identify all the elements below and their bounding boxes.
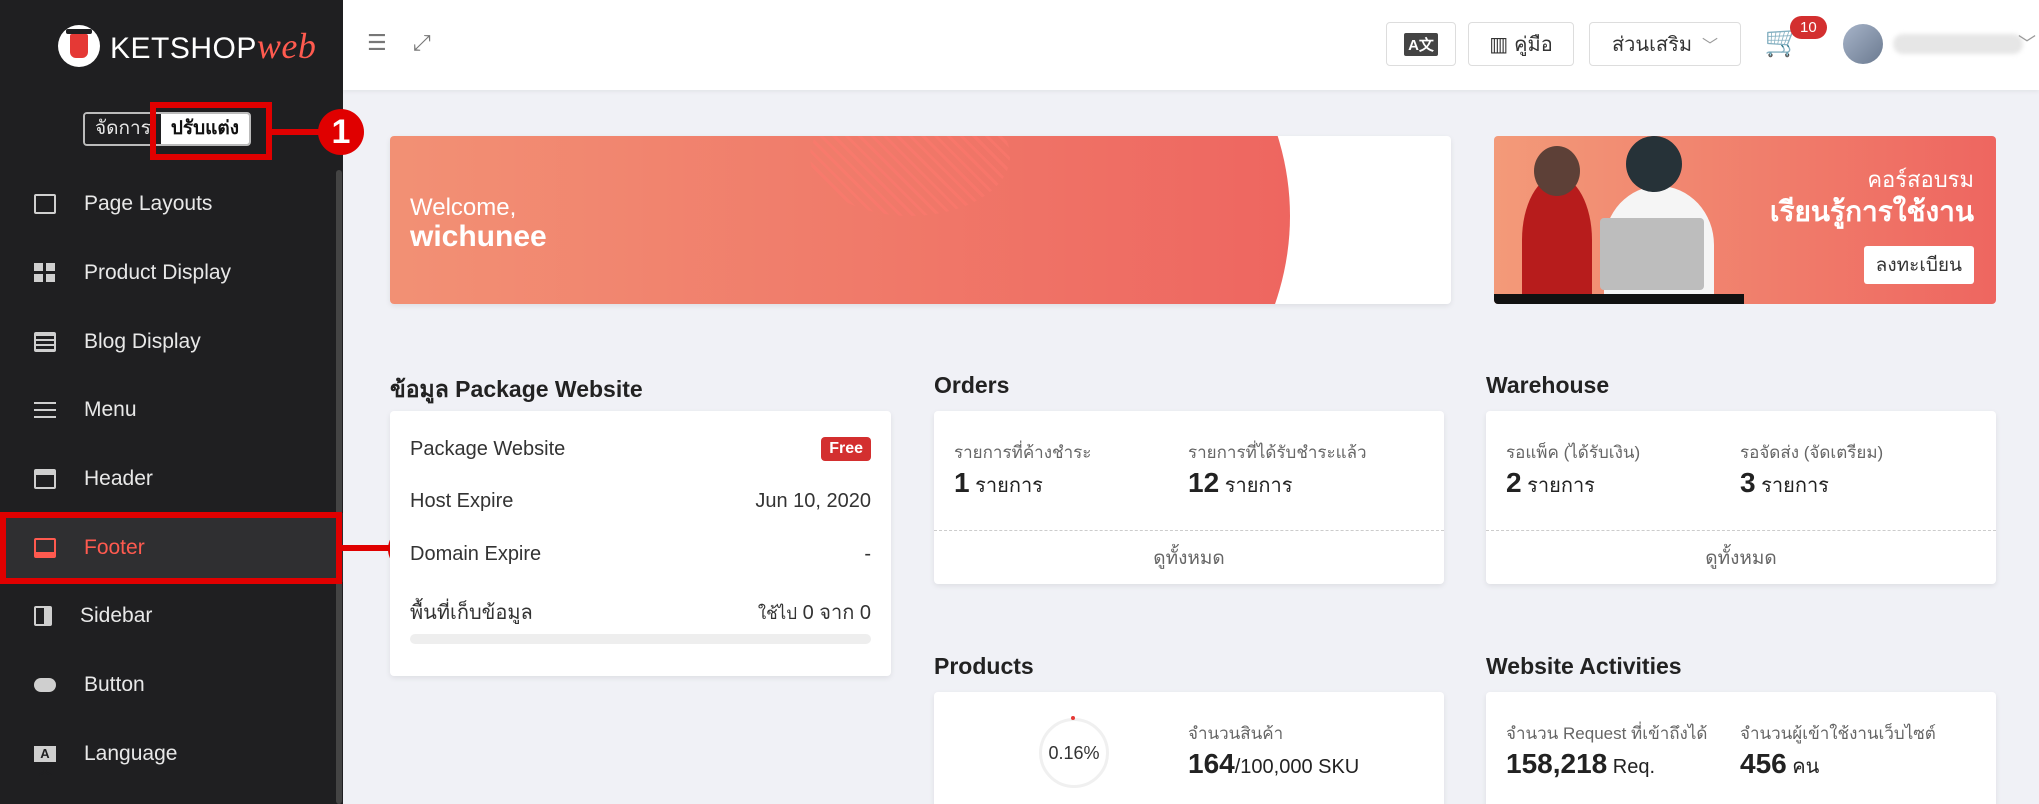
header-icon [34,469,56,490]
orders-title: Orders [934,372,1010,398]
warehouse-card: รอแพ็ค (ได้รับเงิน) 2 รายการ รอจัดส่ง (จ… [1486,411,1996,584]
users-label: จำนวนผู้เข้าใช้งานเว็บไซต์ [1740,724,1936,743]
warehouse-ship-label: รอจัดส่ง (จัดเตรียม) [1740,443,1884,462]
products-card: 0.16% จำนวนสินค้า 164/100,000 SKU [934,692,1444,804]
chevron-down-icon: ﹀ [1702,38,1719,55]
warehouse-view-all-link[interactable]: ดูทั้งหมด [1486,530,1996,584]
products-usage-gauge: 0.16% [1039,718,1109,788]
sidebar-item-language[interactable]: A文 Language [0,720,343,789]
products-count-value: 164/100,000 SKU [1188,748,1360,779]
translate-button[interactable]: A文 [1386,22,1456,66]
products-count-label: จำนวนสินค้า [1188,724,1284,743]
fullscreen-icon[interactable]: ⤢ [413,30,431,56]
blog-display-icon [34,331,56,352]
welcome-greeting: Welcome, [410,194,517,221]
menu-icon [34,402,56,419]
laptop-icon [1600,218,1704,290]
warehouse-pack-value: 2 รายการ [1506,467,1595,498]
logo-icon [58,25,100,67]
sidebar-icon [34,606,52,627]
avatar[interactable] [1843,24,1883,64]
orders-pending-value: 1 รายการ [954,467,1043,498]
product-display-icon [34,263,56,284]
brand-name: KETSHOPweb [110,26,317,66]
sidebar-nav: Page Layouts Product Display Blog Displa… [0,170,343,788]
package-title: ข้อมูล Package Website [390,376,643,402]
storage-progress-bar [410,634,871,644]
package-badge: Free [821,437,871,461]
sidebar-item-menu[interactable]: Menu [0,376,343,445]
callout-highlight-footer [0,512,342,584]
orders-view-all-link[interactable]: ดูทั้งหมด [934,530,1444,584]
language-icon: A文 [34,745,56,777]
sidebar-item-blog-display[interactable]: Blog Display [0,307,343,376]
welcome-banner: Welcome, wichunee [390,136,1451,304]
orders-card: รายการที่ค้างชำระ 1 รายการ รายการที่ได้ร… [934,411,1444,584]
callout-highlight-customize [150,102,272,160]
course-line-2: เรียนรู้การใช้งาน [1769,196,1974,227]
register-button[interactable]: ลงทะเบียน [1863,246,1974,284]
requests-label: จำนวน Request ที่เข้าถึงได้ [1506,724,1708,743]
sidebar-item-product-display[interactable]: Product Display [0,239,343,308]
orders-pending-label: รายการที่ค้างชำระ [954,443,1092,462]
addons-dropdown[interactable]: ส่วนเสริม ﹀ [1589,22,1741,66]
page-layouts-icon [34,194,56,215]
package-row: Package Website Free [410,437,871,461]
products-title: Products [934,653,1034,679]
callout-line-1 [272,129,322,135]
callout-line-2 [342,545,392,551]
orders-paid-label: รายการที่ได้รับชำระแล้ว [1188,443,1367,462]
chevron-down-icon[interactable]: ﹀ [2018,30,2036,56]
warehouse-title: Warehouse [1486,372,1610,398]
activities-card: จำนวน Request ที่เข้าถึงได้ 158,218 Req.… [1486,692,1996,804]
course-banner[interactable]: คอร์สอบรม เรียนรู้การใช้งาน ลงทะเบียน [1494,136,1996,304]
storage-row: พื้นที่เก็บข้อมูล ใช้ไป 0 จาก 0 [410,602,871,624]
cart-count-badge: 10 [1790,16,1827,39]
activities-title: Website Activities [1486,653,1682,679]
host-expire-row: Host Expire Jun 10, 2020 [410,490,871,512]
button-icon [34,678,56,693]
orders-paid-value: 12 รายการ [1188,467,1293,498]
users-value: 456 คน [1740,748,1820,779]
warehouse-ship-value: 3 รายการ [1740,467,1829,498]
callout-number-1: 1 [318,109,364,155]
collapse-sidebar-icon[interactable]: ☰ [367,30,387,56]
sidebar-item-header[interactable]: Header [0,445,343,514]
brand-logo[interactable]: KETSHOPweb [58,22,316,70]
username-blurred[interactable] [1893,34,2023,54]
translate-icon: A文 [1404,32,1438,56]
sidebar-item-page-layouts[interactable]: Page Layouts [0,170,343,239]
welcome-username: wichunee [410,220,547,253]
domain-expire-row: Domain Expire - [410,543,871,565]
warehouse-pack-label: รอแพ็ค (ได้รับเงิน) [1506,443,1641,462]
sidebar-item-button[interactable]: Button [0,651,343,720]
book-icon: ▥ [1489,33,1509,56]
sidebar-item-sidebar[interactable]: Sidebar [0,582,343,651]
package-card: Package Website Free Host Expire Jun 10,… [390,411,891,676]
requests-value: 158,218 Req. [1506,748,1656,779]
manual-button[interactable]: ▥ คู่มือ [1468,22,1574,66]
